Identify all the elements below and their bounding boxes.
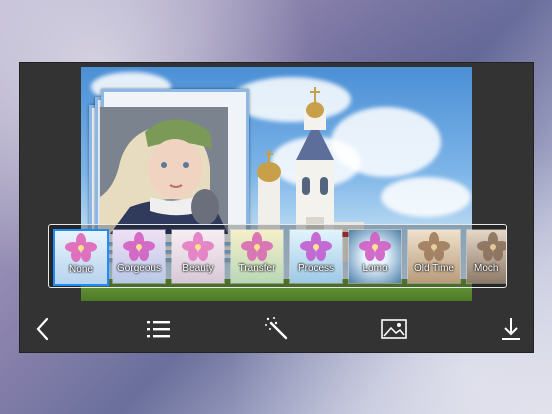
portrait-photo xyxy=(100,107,228,234)
magic-wand-icon xyxy=(265,317,288,340)
filter-none[interactable]: None xyxy=(53,229,109,286)
back-button[interactable] xyxy=(28,314,58,344)
filter-old-time[interactable]: Old Time xyxy=(407,229,461,284)
filter-beauty[interactable]: Beauty xyxy=(171,229,225,284)
filter-label: Beauty xyxy=(182,263,214,274)
cloud xyxy=(381,177,471,217)
flower-icon xyxy=(359,232,391,261)
image-icon xyxy=(381,319,407,339)
filter-label: Process xyxy=(297,263,335,274)
flower-icon xyxy=(65,233,97,262)
filter-process[interactable]: Process xyxy=(289,229,343,284)
filter-label: None xyxy=(69,264,93,275)
filter-gorgeous[interactable]: Gorgeous xyxy=(112,229,166,284)
filter-label: Transfer xyxy=(238,263,276,274)
filter-lomo[interactable]: Lomo xyxy=(348,229,402,284)
list-icon xyxy=(147,321,170,338)
download-button[interactable] xyxy=(496,314,526,344)
editor-panel: None Gorgeous Beauty Transfer Process Lo… xyxy=(19,62,534,353)
filter-label: Gorgeous xyxy=(117,263,161,274)
flower-icon xyxy=(477,232,506,261)
flower-icon xyxy=(418,232,450,261)
download-icon xyxy=(502,318,520,340)
list-button[interactable] xyxy=(144,314,174,344)
bottom-toolbar xyxy=(20,306,533,352)
filter-moch[interactable]: Moch xyxy=(466,229,506,284)
filter-carousel[interactable]: None Gorgeous Beauty Transfer Process Lo… xyxy=(48,224,507,288)
image-button[interactable] xyxy=(379,314,409,344)
flower-icon xyxy=(182,232,214,261)
portrait-illustration xyxy=(100,107,228,234)
filter-transfer[interactable]: Transfer xyxy=(230,229,284,284)
flower-icon xyxy=(123,232,155,261)
magic-wand-button[interactable] xyxy=(262,314,292,344)
flower-icon xyxy=(300,232,332,261)
flower-icon xyxy=(241,232,273,261)
filter-label: Moch xyxy=(474,263,499,274)
filter-label: Lomo xyxy=(362,263,388,274)
back-icon xyxy=(36,317,49,341)
filter-label: Old Time xyxy=(413,263,454,274)
